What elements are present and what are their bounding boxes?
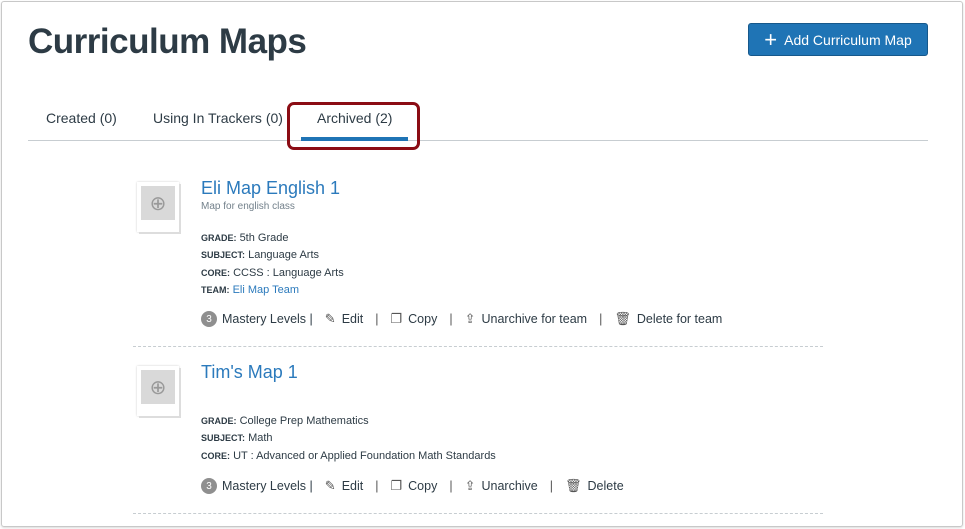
- add-button-label: Add Curriculum Map: [784, 31, 912, 48]
- tab-bar: Created (0) Using In Trackers (0) Archiv…: [28, 100, 928, 141]
- separator: |: [375, 479, 379, 493]
- tab-using-in-trackers[interactable]: Using In Trackers (0): [153, 110, 283, 126]
- tab-created[interactable]: Created (0): [46, 110, 117, 126]
- plus-icon: +: [764, 26, 778, 52]
- subject-value: Language Arts: [248, 249, 320, 262]
- separator: |: [599, 312, 603, 326]
- copy-button[interactable]: Copy: [408, 479, 437, 493]
- compass-icon: ⊕: [141, 370, 175, 404]
- map-description: Map for english class: [201, 201, 295, 212]
- unarchive-button[interactable]: Unarchive: [481, 479, 537, 493]
- copy-icon: ❐: [390, 311, 403, 326]
- subject-label: SUBJECT:: [201, 250, 246, 261]
- map-thumbnail: ⊕: [137, 366, 179, 416]
- separator: |: [375, 312, 379, 326]
- unarchive-button[interactable]: Unarchive for team: [481, 312, 587, 326]
- tab-highlight-annotation: [287, 102, 420, 150]
- map-actions: 3 Mastery Levels | ✎ Edit | ❐ Copy | ⇪ Unar…: [201, 311, 722, 327]
- list-item: ⊕ Tim's Map 1 GRADE: College Prep Mathem…: [133, 356, 823, 514]
- copy-icon: ❐: [390, 478, 403, 493]
- core-value: CCSS : Language Arts: [233, 266, 344, 279]
- copy-button[interactable]: Copy: [408, 312, 437, 326]
- unarchive-icon: ⇪: [464, 478, 476, 493]
- edit-button[interactable]: Edit: [342, 312, 364, 326]
- compass-icon: ⊕: [141, 186, 175, 220]
- mastery-count-badge: 3: [201, 311, 217, 327]
- pencil-icon: ✎: [324, 478, 336, 493]
- edit-button[interactable]: Edit: [342, 479, 364, 493]
- map-meta: GRADE: 5th Grade SUBJECT: Language Arts …: [201, 230, 344, 299]
- team-link[interactable]: Eli Map Team: [233, 284, 299, 296]
- map-actions: 3 Mastery Levels | ✎ Edit | ❐ Copy | ⇪ Unar…: [201, 478, 624, 494]
- add-curriculum-map-button[interactable]: + Add Curriculum Map: [748, 23, 928, 56]
- core-label: CORE:: [201, 450, 230, 461]
- list-item: ⊕ Eli Map English 1 Map for english clas…: [133, 172, 823, 347]
- core-label: CORE:: [201, 267, 230, 278]
- trash-icon: 🗑: [614, 311, 631, 326]
- grade-label: GRADE:: [201, 416, 237, 426]
- separator: |: [449, 312, 453, 326]
- map-meta: GRADE: College Prep Mathematics SUBJECT:…: [201, 413, 496, 465]
- map-title-link[interactable]: Tim's Map 1: [201, 362, 298, 383]
- core-value: UT : Advanced or Applied Foundation Math…: [233, 449, 496, 462]
- team-label: TEAM:: [201, 284, 230, 295]
- pencil-icon: ✎: [324, 311, 336, 326]
- separator: |: [549, 479, 554, 493]
- delete-button[interactable]: Delete: [588, 479, 624, 493]
- unarchive-icon: ⇪: [464, 311, 476, 326]
- subject-value: Math: [248, 432, 273, 445]
- grade-label: GRADE:: [201, 233, 237, 243]
- grade-value: 5th Grade: [239, 232, 289, 244]
- grade-value: College Prep Mathematics: [239, 415, 369, 427]
- mastery-levels-label: Mastery Levels |: [222, 312, 313, 326]
- map-title-link[interactable]: Eli Map English 1: [201, 178, 340, 199]
- separator: |: [449, 479, 453, 493]
- trash-icon: 🗑: [565, 478, 582, 493]
- map-thumbnail: ⊕: [137, 182, 179, 232]
- subject-label: SUBJECT:: [201, 433, 246, 444]
- page-title: Curriculum Maps: [28, 22, 307, 61]
- mastery-levels-label: Mastery Levels |: [222, 479, 313, 493]
- mastery-count-badge: 3: [201, 478, 217, 494]
- delete-button[interactable]: Delete for team: [637, 312, 722, 326]
